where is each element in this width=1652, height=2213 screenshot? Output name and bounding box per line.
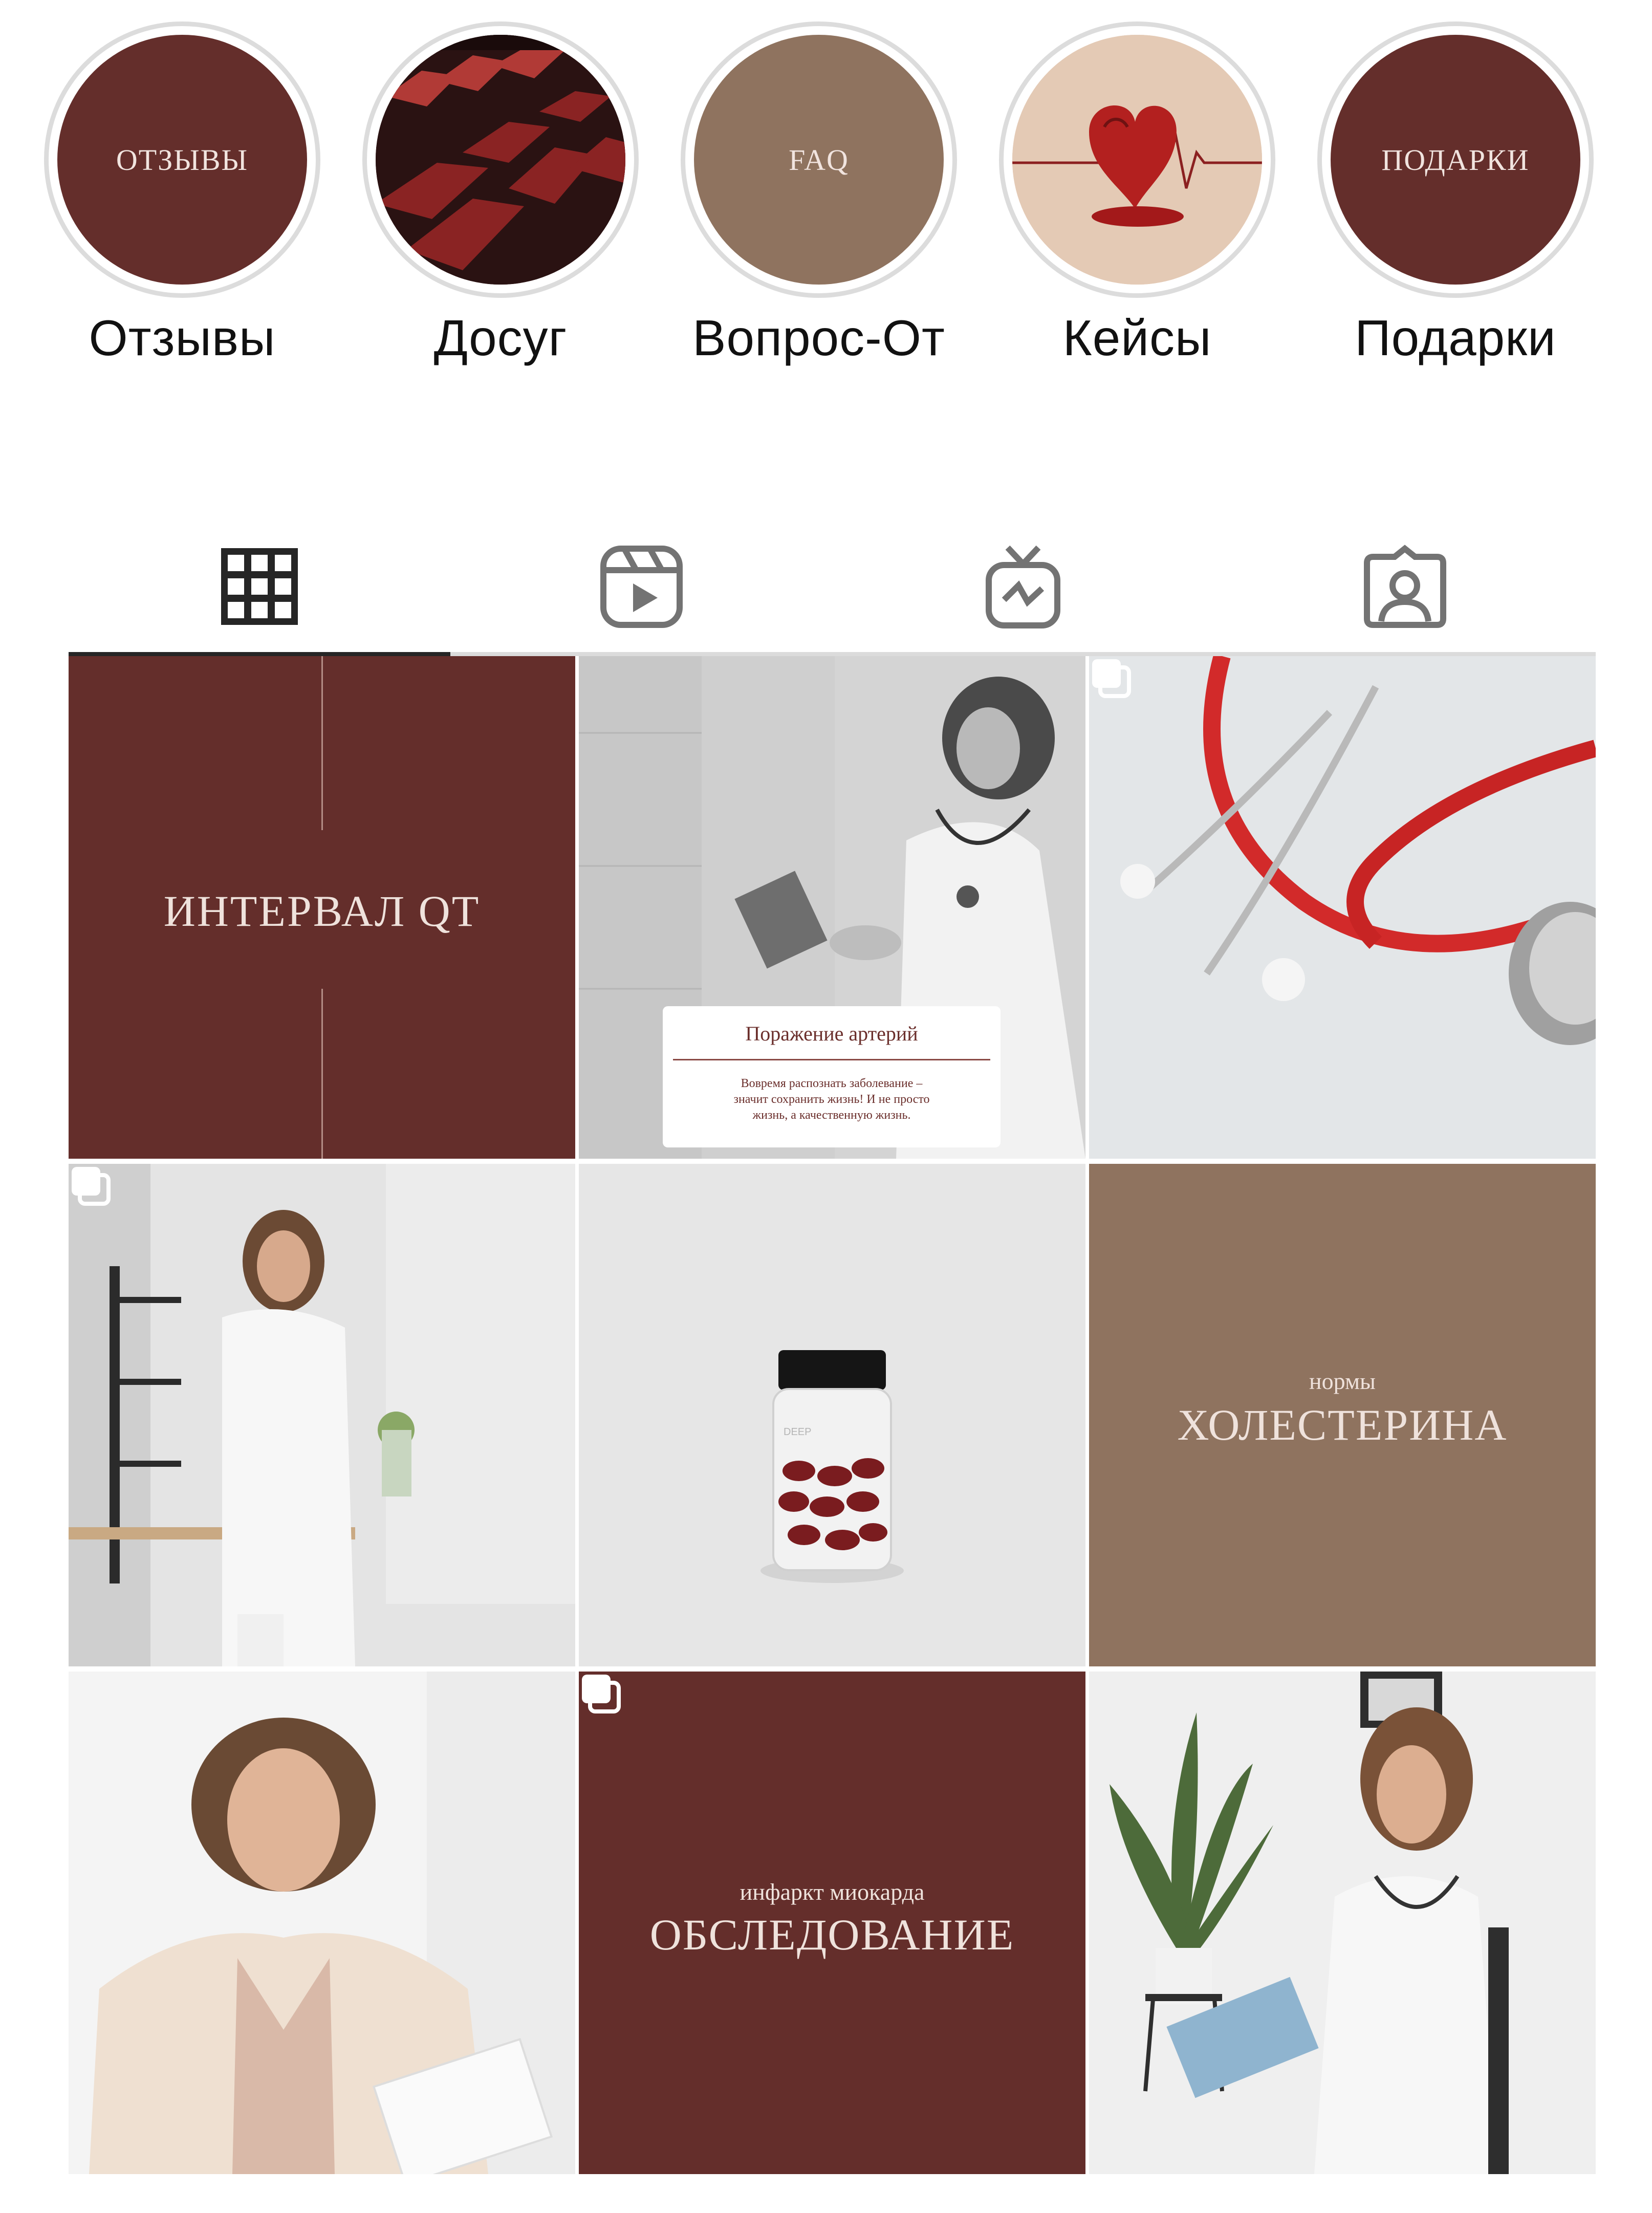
reels-icon: [600, 545, 683, 628]
tab-igtv[interactable]: [832, 517, 1214, 656]
heart-ecg-image: [1012, 35, 1262, 285]
multiple-posts-icon: [582, 1675, 621, 1713]
highlight-label: Подарки: [1355, 310, 1556, 366]
post-subtitle: нормы: [1309, 1368, 1376, 1394]
highlight-cover-text: ОТЗЫВЫ: [116, 143, 249, 177]
highlight-ring: [362, 21, 639, 298]
theater-seats-image: [376, 35, 625, 285]
highlight-label: Кейсы: [1062, 310, 1212, 366]
doctor-portrait-photo: [69, 1672, 575, 2174]
caption-card-title: Поражение артерий: [745, 1022, 918, 1045]
tab-reels[interactable]: [450, 517, 832, 656]
highlight-faq[interactable]: FAQ Вопрос-От: [670, 21, 967, 367]
tab-posts[interactable]: [69, 517, 450, 656]
post-cholesterol[interactable]: нормы ХОЛЕСТЕРИНА: [1089, 1164, 1596, 1666]
highlight-leisure[interactable]: Досуг: [352, 21, 649, 367]
doctor-reading-book-photo: [1089, 1672, 1596, 2174]
post-title: ХОЛЕСТЕРИНА: [1177, 1400, 1508, 1449]
post-title: ИНТЕРВАЛ QT: [163, 886, 481, 936]
highlight-gifts[interactable]: ПОДАРКИ Подарки: [1307, 21, 1604, 367]
caption-card-text: Вовремя распознать заболевание – значит …: [663, 1076, 1001, 1123]
active-tab-indicator: [69, 652, 450, 656]
post-title: ОБСЛЕДОВАНИЕ: [649, 1910, 1015, 1959]
caption-line: Вовремя распознать заболевание –: [741, 1077, 923, 1090]
highlight-ring: ПОДАРКИ: [1317, 21, 1594, 298]
highlight-ring: FAQ: [681, 21, 957, 298]
caption-card: Поражение артерий Вовремя распознать заб…: [663, 1006, 1001, 1147]
stethoscope-photo: [1089, 656, 1596, 1159]
igtv-icon: [986, 545, 1060, 628]
highlight-ring: ОТЗЫВЫ: [44, 21, 320, 298]
highlight-cover: ПОДАРКИ: [1331, 35, 1580, 285]
caption-line: жизнь, а качественную жизнь.: [752, 1109, 911, 1122]
post-arteries[interactable]: Поражение артерий Вовремя распознать заб…: [579, 656, 1085, 1159]
post-doctor-portrait[interactable]: [69, 1672, 575, 2174]
grid-icon: [221, 548, 298, 625]
doctor-with-cup-photo: [69, 1164, 575, 1666]
post-doctor-reading[interactable]: [1089, 1672, 1596, 2174]
highlight-cover: FAQ: [694, 35, 944, 285]
jar-label: DEEP: [784, 1426, 811, 1438]
highlight-cover-text: FAQ: [789, 143, 849, 177]
story-highlights: ОТЗЫВЫ Отзывы Досуг FAQ Вопрос-От Кейсы …: [0, 0, 1652, 389]
highlight-label: Отзывы: [89, 310, 276, 366]
highlight-label: Вопрос-От: [692, 310, 945, 366]
post-doctor-office[interactable]: [69, 1164, 575, 1666]
divider-line: [321, 989, 323, 1159]
highlight-cover: ОТЗЫВЫ: [57, 35, 307, 285]
highlight-reviews[interactable]: ОТЗЫВЫ Отзывы: [34, 21, 331, 367]
caption-line: значит сохранить жизнь! И не просто: [733, 1093, 930, 1106]
profile-tabs: [69, 517, 1596, 656]
post-interval-qt[interactable]: ИНТЕРВАЛ QT: [69, 656, 575, 1159]
caption-divider: [673, 1059, 990, 1060]
tab-underline: [69, 652, 1596, 656]
tab-tagged[interactable]: [1214, 517, 1596, 656]
divider-line: [321, 656, 323, 830]
capsule-jar-photo: DEEP: [579, 1164, 1085, 1666]
post-subtitle: инфаркт миокарда: [740, 1879, 925, 1905]
post-infarction[interactable]: инфаркт миокарда ОБСЛЕДОВАНИЕ: [579, 1672, 1085, 2174]
highlight-cover-text: ПОДАРКИ: [1381, 143, 1530, 177]
highlight-ring: [999, 21, 1275, 298]
highlight-label: Досуг: [433, 310, 568, 366]
tagged-icon: [1363, 544, 1446, 628]
post-stethoscope[interactable]: [1089, 656, 1596, 1159]
multiple-posts-icon: [1092, 659, 1131, 698]
highlight-cases[interactable]: Кейсы: [989, 21, 1286, 367]
multiple-posts-icon: [72, 1167, 111, 1206]
post-capsules[interactable]: DEEP: [579, 1164, 1085, 1666]
